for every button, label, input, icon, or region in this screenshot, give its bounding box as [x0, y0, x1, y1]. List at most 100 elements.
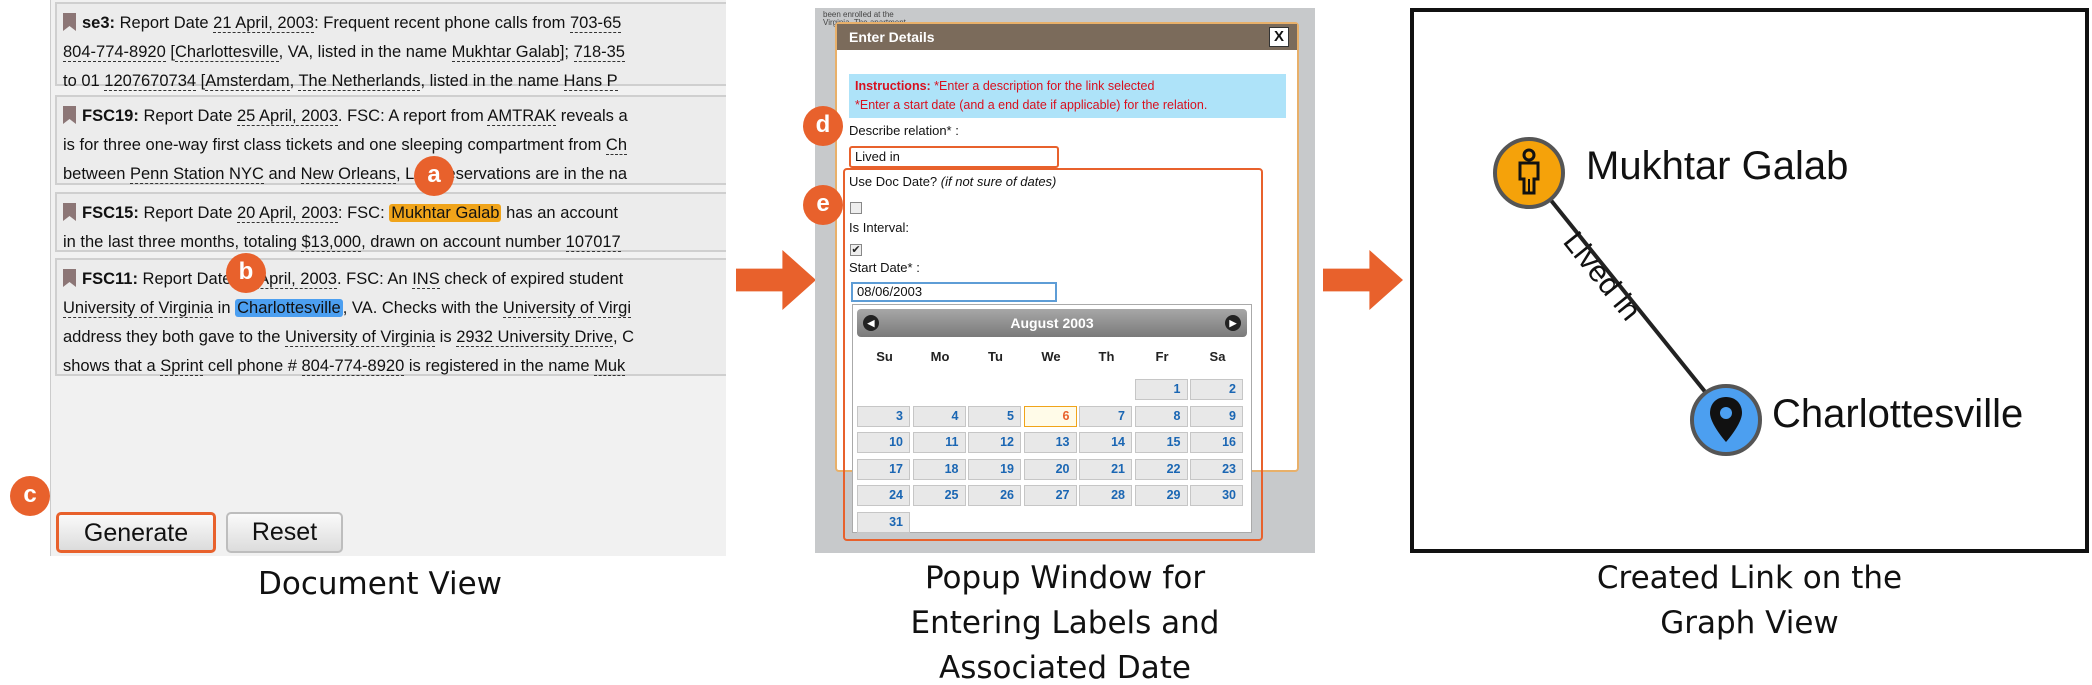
entity-link[interactable]: Muk: [594, 357, 626, 376]
calendar-day[interactable]: 4: [912, 405, 966, 427]
entity-link[interactable]: University of Virginia: [285, 328, 436, 347]
document-text: Report Date: [138, 204, 237, 222]
calendar-day[interactable]: 27: [1023, 485, 1077, 506]
document-line: FSC15: Report Date 20 April, 2003: FSC: …: [63, 199, 726, 228]
entity-link[interactable]: AMTRAK: [487, 107, 557, 126]
popup-caption: Popup Window for Entering Labels and Ass…: [910, 560, 1220, 685]
calendar-day[interactable]: 9: [1190, 405, 1243, 427]
entity-link[interactable]: University of Virginia: [63, 299, 214, 318]
calendar-day[interactable]: 21: [1079, 458, 1132, 480]
node-mukhtar-galab[interactable]: [1493, 137, 1565, 209]
prev-month-icon[interactable]: ◀: [863, 315, 879, 331]
document-item-se3[interactable]: se3: Report Date 21 April, 2003: Frequen…: [55, 2, 726, 91]
document-text: , listed in the name: [420, 72, 564, 90]
date-picker-calendar[interactable]: ◀ August 2003 ▶ Su Mo Tu We Th Fr Sa 1 2 3 4 5 6 7 8 9 1…: [852, 304, 1252, 533]
calendar-day[interactable]: 14: [1079, 432, 1132, 453]
calendar-day[interactable]: 18: [912, 458, 966, 480]
entity-link[interactable]: Amsterdam: [205, 72, 290, 91]
document-text: Report Date: [115, 14, 214, 32]
flow-arrow-right: [736, 250, 816, 310]
document-text: cell phone #: [203, 357, 302, 375]
generate-button[interactable]: Generate: [56, 512, 216, 553]
bookmark-icon[interactable]: [63, 106, 76, 124]
close-button[interactable]: X: [1269, 27, 1289, 47]
document-text: Report Date: [137, 270, 237, 288]
node-label-target: Charlottesville: [1772, 392, 2024, 436]
relation-input[interactable]: Lived in: [849, 146, 1059, 168]
calendar-day[interactable]: 25: [912, 485, 966, 506]
document-text: , drawn on account number: [361, 233, 566, 251]
document-line: se3: Report Date 21 April, 2003: Frequen…: [63, 9, 726, 38]
entity-link[interactable]: 804-774-8920: [63, 43, 166, 62]
calendar-day[interactable]: 19: [968, 458, 1021, 480]
entity-link[interactable]: 2932 University Drive: [456, 328, 613, 347]
node-label-source: Mukhtar Galab: [1586, 144, 1849, 188]
calendar-day[interactable]: 11: [912, 432, 966, 453]
document-text: Report Date: [138, 107, 237, 125]
entity-link[interactable]: Mukhtar Galab: [451, 43, 560, 62]
calendar-day[interactable]: 23: [1190, 458, 1243, 480]
highlighted-entity[interactable]: Mukhtar Galab: [389, 204, 502, 222]
document-item-fsc11[interactable]: FSC11: Report Date 18 April, 2003. FSC: …: [55, 258, 726, 376]
entity-link[interactable]: $13,000: [301, 233, 362, 252]
map-pin-icon: [1710, 397, 1742, 442]
bookmark-icon[interactable]: [63, 13, 76, 31]
calendar-day[interactable]: 5: [968, 405, 1021, 427]
entity-link[interactable]: 703-65: [569, 14, 622, 33]
entity-link[interactable]: Charlottesville: [174, 43, 279, 62]
calendar-day[interactable]: 8: [1134, 405, 1188, 427]
next-month-icon[interactable]: ▶: [1225, 315, 1241, 331]
calendar-day[interactable]: 2: [1190, 379, 1243, 400]
document-item-fsc15[interactable]: FSC15: Report Date 20 April, 2003: FSC: …: [55, 192, 726, 252]
entity-link[interactable]: 21 April, 2003: [213, 14, 315, 33]
calendar-day[interactable]: 17: [857, 458, 910, 480]
badge-b: b: [226, 253, 266, 293]
calendar-day[interactable]: 1: [1134, 379, 1188, 400]
entity-link[interactable]: The Netherlands: [298, 72, 421, 91]
calendar-day[interactable]: 22: [1134, 458, 1188, 480]
calendar-day[interactable]: 12: [968, 432, 1021, 453]
entity-link[interactable]: INS: [412, 270, 440, 289]
document-text: , VA. Checks with the: [342, 299, 503, 317]
calendar-day[interactable]: 30: [1190, 485, 1243, 506]
entity-link[interactable]: 107017: [565, 233, 621, 252]
calendar-day[interactable]: 26: [968, 485, 1021, 506]
calendar-day[interactable]: 20: [1023, 458, 1077, 480]
document-text: has an account: [501, 204, 618, 222]
document-line: to 01 1207670734 [Amsterdam, The Netherl…: [63, 67, 726, 96]
calendar-day[interactable]: 24: [857, 485, 910, 506]
document-item-fsc19[interactable]: FSC19: Report Date 25 April, 2003. FSC: …: [55, 95, 726, 185]
node-charlottesville[interactable]: [1690, 384, 1762, 456]
calendar-day[interactable]: 16: [1190, 432, 1243, 453]
entity-link[interactable]: New Orleans: [300, 165, 396, 184]
highlighted-entity[interactable]: Charlottesville: [235, 299, 343, 317]
entity-link[interactable]: Ch: [605, 136, 627, 155]
entity-link[interactable]: 20 April, 2003: [237, 204, 338, 223]
calendar-header: ◀ August 2003 ▶: [857, 309, 1247, 337]
document-line: address they both gave to the University…: [63, 323, 726, 352]
document-view-caption: Document View: [257, 566, 503, 602]
calendar-day[interactable]: 31: [857, 511, 910, 533]
instructions-label: Instructions:: [855, 79, 931, 93]
reset-button[interactable]: Reset: [226, 512, 343, 553]
entity-link[interactable]: Penn Station NYC: [129, 165, 264, 184]
bookmark-icon[interactable]: [63, 269, 76, 287]
entity-link[interactable]: 1207670734: [104, 72, 197, 91]
entity-link[interactable]: 25 April, 2003: [237, 107, 338, 126]
calendar-day-selected[interactable]: 6: [1023, 405, 1077, 427]
document-text: is for three one-way first class tickets…: [63, 136, 606, 154]
entity-link[interactable]: 718-35: [573, 43, 625, 62]
calendar-day[interactable]: 13: [1023, 432, 1077, 453]
calendar-day[interactable]: 29: [1134, 485, 1188, 506]
entity-link[interactable]: University of Virgi: [502, 299, 631, 318]
calendar-day[interactable]: 28: [1079, 485, 1132, 506]
document-line: between Penn Station NYC and New Orleans…: [63, 160, 726, 189]
entity-link[interactable]: 804-774-8920: [301, 357, 405, 376]
calendar-day[interactable]: 10: [857, 432, 910, 453]
bookmark-icon[interactable]: [63, 203, 76, 221]
calendar-day[interactable]: 7: [1079, 405, 1132, 427]
calendar-day[interactable]: 15: [1134, 432, 1188, 453]
calendar-day[interactable]: 3: [857, 405, 910, 427]
entity-link[interactable]: Hans P: [563, 72, 618, 91]
entity-link[interactable]: Sprint: [160, 357, 204, 376]
